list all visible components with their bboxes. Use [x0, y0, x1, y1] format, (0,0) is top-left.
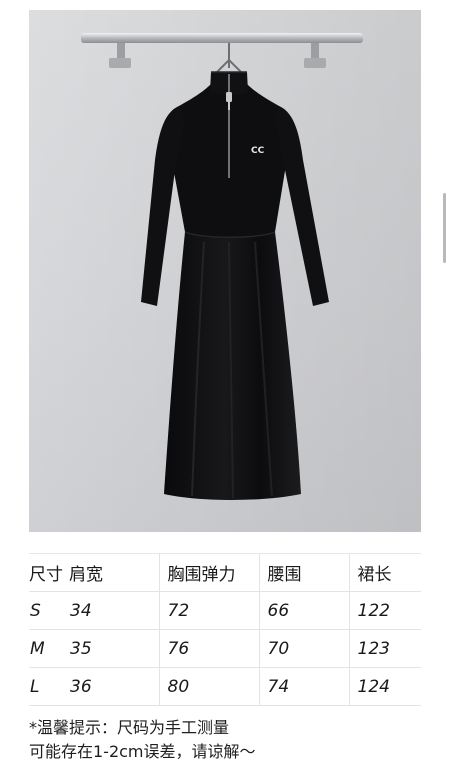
note-line-1: *温馨提示：尺码为手工测量: [29, 718, 230, 737]
length-value: 123: [348, 629, 421, 668]
size-label: S: [30, 600, 41, 621]
note-line-2: 可能存在1-2cm误差，请谅解～: [29, 742, 256, 761]
header-length: 裙长: [348, 553, 421, 592]
length-value: 122: [348, 591, 421, 630]
measurement-note: *温馨提示：尺码为手工测量 可能存在1-2cm误差，请谅解～: [29, 716, 256, 764]
size-cell: S 34: [29, 591, 159, 630]
size-cell: M 35: [29, 629, 159, 668]
chest-value: 80: [158, 667, 259, 706]
header-size: 尺寸: [29, 565, 63, 585]
waist-value: 70: [258, 629, 349, 668]
shoulder-value: 34: [70, 600, 92, 621]
chest-value: 72: [158, 591, 259, 630]
header-chest: 胸围弹力: [158, 553, 259, 592]
table-header-row: 尺寸 肩宽 胸围弹力 腰围 裙长: [29, 553, 421, 592]
length-value: 124: [348, 667, 421, 706]
table-row: S 34 72 66 122: [29, 591, 421, 630]
size-label: M: [30, 638, 45, 659]
shoulder-value: 35: [70, 638, 92, 659]
table-row: M 35 76 70 123: [29, 629, 421, 668]
product-detail-page: CC 尺寸肩宽 胸围弹力 腰围 裙长 S 34 72 66 122 M 35: [0, 0, 450, 780]
table-row: L 36 80 74 124: [29, 667, 421, 706]
header-shoulder: 肩宽: [69, 565, 103, 585]
size-cell: L 36: [29, 667, 159, 706]
size-table: 尺寸 肩宽 胸围弹力 腰围 裙长 S 34 72 66 122 M 35 76 70 …: [29, 553, 421, 706]
product-photo[interactable]: CC: [29, 10, 421, 532]
logo-badge: CC: [251, 146, 265, 156]
size-label: L: [30, 676, 40, 697]
scrollbar[interactable]: [443, 193, 446, 263]
header-waist: 腰围: [258, 553, 349, 592]
header-cell: 尺寸 肩宽: [29, 553, 159, 592]
waist-value: 74: [258, 667, 349, 706]
dress-on-hanger-illustration: CC: [29, 10, 421, 532]
waist-value: 66: [258, 591, 349, 630]
shoulder-value: 36: [70, 676, 92, 697]
chest-value: 76: [158, 629, 259, 668]
